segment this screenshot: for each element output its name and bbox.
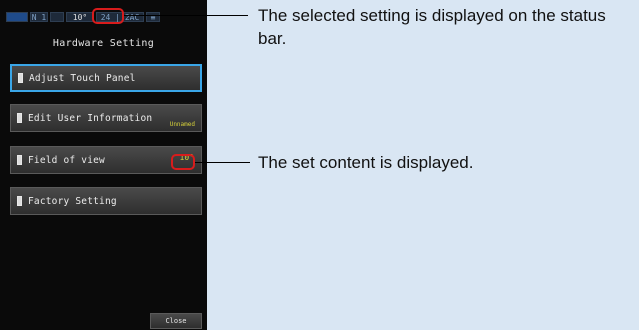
status-callout-line bbox=[124, 15, 248, 16]
sound-icon: ≡ bbox=[146, 12, 160, 22]
menu-label: Edit User Information bbox=[28, 112, 153, 124]
menu-label: Field of view bbox=[28, 154, 105, 166]
content-callout-line bbox=[195, 162, 250, 163]
device-screen: N 1 10° 24 | 2AC ≡ Hardware Setting Adju… bbox=[0, 0, 207, 330]
factory-setting-button[interactable]: Factory Setting bbox=[10, 187, 202, 215]
close-button[interactable]: Close bbox=[150, 313, 202, 329]
menu-marker-icon bbox=[17, 155, 22, 165]
content-callout-text: The set content is displayed. bbox=[258, 153, 474, 172]
menu-label: Factory Setting bbox=[28, 195, 117, 207]
menu-label: Adjust Touch Panel bbox=[29, 72, 136, 84]
adjust-touch-panel-button[interactable]: Adjust Touch Panel bbox=[10, 64, 202, 92]
status-callout-text: The selected setting is displayed on the… bbox=[258, 6, 606, 48]
status-mode: N 1 bbox=[30, 12, 48, 22]
status-field-of-view: 10° bbox=[66, 12, 94, 22]
user-name-value: Unnamed bbox=[169, 121, 195, 128]
edit-user-information-button[interactable]: Edit User Information Unnamed bbox=[10, 104, 202, 132]
menu-marker-icon bbox=[18, 73, 23, 83]
menu-marker-icon bbox=[17, 196, 22, 206]
status-spacer bbox=[50, 12, 64, 22]
value-highlight-ring bbox=[171, 154, 195, 170]
battery-icon bbox=[6, 12, 28, 22]
status-highlight-ring bbox=[92, 8, 124, 24]
menu-marker-icon bbox=[17, 113, 22, 123]
screen-title: Hardware Setting bbox=[52, 38, 155, 49]
